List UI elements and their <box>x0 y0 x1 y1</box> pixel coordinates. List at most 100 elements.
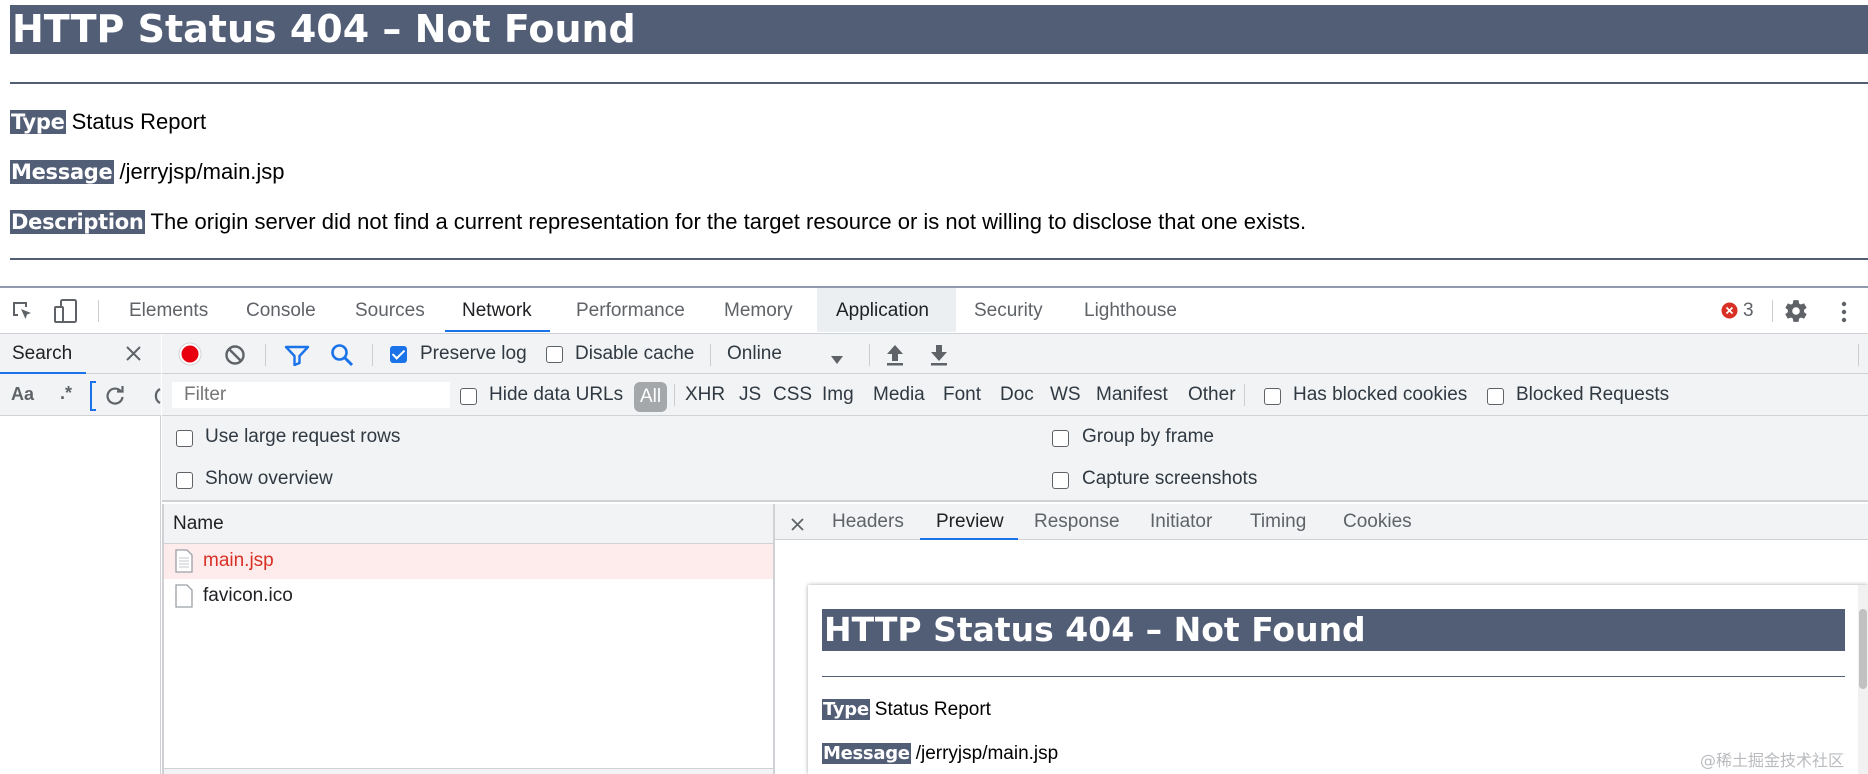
request-name: main.jsp <box>203 550 274 571</box>
large-rows-label[interactable]: Use large request rows <box>205 426 400 448</box>
type-row: Type Status Report <box>10 107 206 137</box>
devtools-tabbar: Elements Console Sources Network Perform… <box>0 288 1868 334</box>
close-icon[interactable] <box>791 515 804 537</box>
preview-frame: HTTP Status 404 – Not Found Type Status R… <box>808 585 1868 774</box>
disable-cache-label[interactable]: Disable cache <box>575 343 694 365</box>
tab-application[interactable]: Application <box>836 288 929 332</box>
blocked-requests-checkbox[interactable] <box>1487 386 1504 408</box>
group-by-frame-label[interactable]: Group by frame <box>1082 426 1214 448</box>
request-list: Name main.jsp favicon.ico <box>162 504 775 774</box>
match-case-toggle[interactable]: Aa <box>11 384 34 405</box>
refresh-icon[interactable] <box>104 385 126 413</box>
close-icon[interactable] <box>125 345 142 368</box>
separator <box>869 344 870 366</box>
message-value: /jerryjsp/main.jsp <box>119 159 285 184</box>
filter-type-other[interactable]: Other <box>1188 384 1236 406</box>
record-icon[interactable] <box>178 342 202 372</box>
file-icon <box>175 584 193 614</box>
filter-icon[interactable] <box>284 344 310 372</box>
filter-type-media[interactable]: Media <box>873 384 925 406</box>
hide-data-urls-checkbox[interactable] <box>460 386 477 408</box>
error-icon[interactable] <box>1721 302 1738 325</box>
preview-message-label: Message <box>822 743 911 764</box>
filter-type-css[interactable]: CSS <box>773 384 812 406</box>
large-rows-checkbox[interactable] <box>176 428 193 450</box>
search-input[interactable] <box>90 381 96 411</box>
import-har-icon[interactable] <box>884 343 906 373</box>
tab-response[interactable]: Response <box>1034 511 1120 533</box>
network-settings: Use large request rows Show overview Gro… <box>162 416 1868 502</box>
divider <box>10 82 1868 84</box>
show-overview-label[interactable]: Show overview <box>205 468 333 490</box>
filter-type-all[interactable]: All <box>634 382 667 412</box>
tab-headers[interactable]: Headers <box>832 511 904 533</box>
tab-lighthouse[interactable]: Lighthouse <box>1084 288 1177 332</box>
more-options-icon[interactable] <box>1839 299 1849 331</box>
type-value: Status Report <box>71 109 207 134</box>
preview-type-row: Type Status Report <box>822 697 991 723</box>
filter-type-xhr[interactable]: XHR <box>685 384 725 406</box>
tab-security[interactable]: Security <box>974 288 1043 332</box>
tab-cookies[interactable]: Cookies <box>1343 511 1412 533</box>
filter-type-js[interactable]: JS <box>739 384 761 406</box>
filter-type-ws[interactable]: WS <box>1050 384 1081 406</box>
table-row[interactable]: main.jsp <box>164 544 773 579</box>
tab-sources[interactable]: Sources <box>355 288 425 332</box>
preview-title: HTTP Status 404 – Not Found <box>822 609 1845 651</box>
tab-initiator[interactable]: Initiator <box>1150 511 1212 533</box>
filter-type-img[interactable]: Img <box>822 384 854 406</box>
filter-type-manifest[interactable]: Manifest <box>1096 384 1168 406</box>
separator <box>372 344 373 366</box>
scrollbar[interactable] <box>1858 585 1868 774</box>
preserve-log-checkbox[interactable] <box>390 344 407 366</box>
tab-preview[interactable]: Preview <box>936 511 1004 533</box>
search-pane-title[interactable]: Search <box>12 343 72 365</box>
disable-cache-checkbox[interactable] <box>546 344 563 366</box>
table-row[interactable]: favicon.ico <box>164 579 773 614</box>
preserve-log-label[interactable]: Preserve log <box>420 343 527 365</box>
tab-timing[interactable]: Timing <box>1250 511 1306 533</box>
filter-type-doc[interactable]: Doc <box>1000 384 1034 406</box>
search-icon[interactable] <box>330 343 354 373</box>
regex-toggle[interactable]: .* <box>60 383 72 404</box>
separator <box>1772 300 1773 322</box>
type-label: Type <box>10 110 66 134</box>
capture-screenshots-checkbox[interactable] <box>1052 470 1069 492</box>
tab-performance[interactable]: Performance <box>576 288 685 332</box>
throttling-select[interactable]: Online <box>727 343 782 365</box>
separator <box>1244 384 1245 406</box>
filter-bar: Hide data URLs All XHR JS CSS Img Media … <box>162 374 1868 416</box>
search-options: Aa .* <box>0 374 161 416</box>
device-toolbar-icon[interactable] <box>53 298 79 330</box>
chevron-down-icon[interactable] <box>830 349 844 371</box>
has-blocked-cookies-label[interactable]: Has blocked cookies <box>1293 384 1467 406</box>
scrollbar-thumb[interactable] <box>1859 609 1867 689</box>
inspect-element-icon[interactable] <box>10 299 34 329</box>
search-pane-header: Search <box>0 334 161 374</box>
description-row: Description The origin server did not fin… <box>10 207 1306 237</box>
tab-elements[interactable]: Elements <box>129 288 208 332</box>
group-by-frame-checkbox[interactable] <box>1052 428 1069 450</box>
tab-network[interactable]: Network <box>445 288 550 332</box>
detail-tabbar: Headers Preview Response Initiator Timin… <box>775 504 1868 540</box>
blocked-requests-label[interactable]: Blocked Requests <box>1516 384 1669 406</box>
filter-type-font[interactable]: Font <box>943 384 981 406</box>
search-pane: Search Aa .* <box>0 334 161 774</box>
clear-log-icon[interactable] <box>224 344 246 372</box>
error-page: HTTP Status 404 – Not Found Type Status R… <box>0 0 1868 286</box>
error-count[interactable]: 3 <box>1743 300 1754 322</box>
tab-memory[interactable]: Memory <box>724 288 793 332</box>
show-overview-checkbox[interactable] <box>176 470 193 492</box>
name-column-header[interactable]: Name <box>173 513 224 535</box>
hide-data-urls-label[interactable]: Hide data URLs <box>489 384 623 406</box>
message-row: Message/jerryjsp/main.jsp <box>10 157 285 187</box>
has-blocked-cookies-checkbox[interactable] <box>1264 386 1281 408</box>
filter-input[interactable] <box>172 382 450 408</box>
tab-console[interactable]: Console <box>246 288 316 332</box>
settings-gear-icon[interactable] <box>1783 298 1809 330</box>
separator <box>98 300 99 322</box>
capture-screenshots-label[interactable]: Capture screenshots <box>1082 468 1257 490</box>
export-har-icon[interactable] <box>928 343 950 373</box>
clear-icon[interactable] <box>148 385 161 413</box>
preview-message-row: Message/jerryjsp/main.jsp <box>822 741 1058 767</box>
